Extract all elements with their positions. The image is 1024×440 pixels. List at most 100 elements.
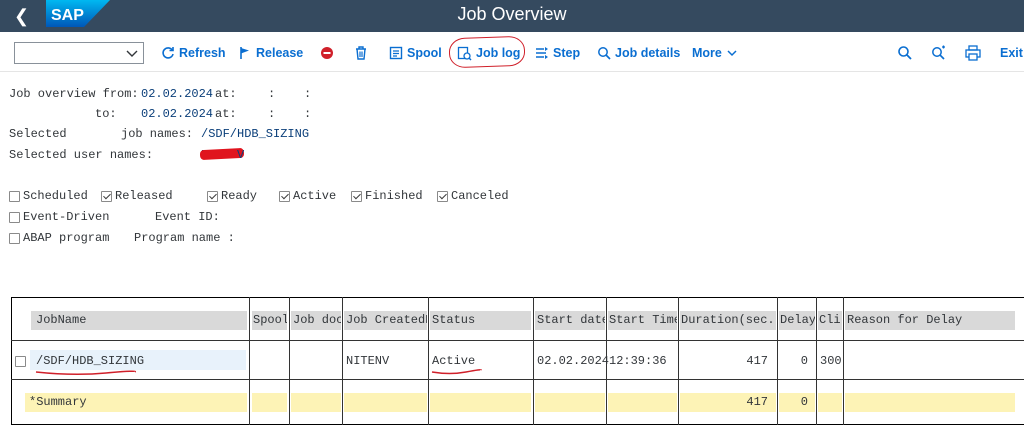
- shell-bar: ❮ SAP Job Overview: [0, 0, 1024, 32]
- flag-icon: [240, 47, 249, 59]
- search-icon[interactable]: [896, 44, 914, 62]
- job-details-label: Job details: [615, 46, 681, 60]
- header-reason[interactable]: Reason for Delay: [845, 311, 1015, 330]
- from-label: Job overview from:: [9, 87, 139, 101]
- step-button[interactable]: Step: [535, 41, 580, 65]
- user-names-value-end: V: [237, 148, 245, 162]
- cell-start-time: 12:39:36: [609, 354, 667, 368]
- exit-button[interactable]: Exit: [1000, 41, 1023, 65]
- job-log-label: Job log: [476, 46, 521, 60]
- header-start-date[interactable]: Start date: [535, 311, 605, 330]
- variant-dropdown[interactable]: [14, 42, 144, 64]
- active-label: Active: [293, 189, 337, 203]
- event-id-label: Event ID:: [155, 210, 220, 224]
- header-status[interactable]: Status: [430, 311, 531, 330]
- to-time-value[interactable]: : :: [268, 107, 311, 121]
- delete-icon[interactable]: [352, 44, 370, 62]
- canceled-checkbox[interactable]: [437, 191, 448, 202]
- job-details-icon: [598, 47, 611, 60]
- selected-label: Selected: [9, 127, 67, 141]
- summary-cell-empty: [291, 393, 341, 412]
- summary-cell-empty: [535, 393, 605, 412]
- header-delay[interactable]: Delay: [779, 311, 815, 330]
- abap-program-checkbox[interactable]: [9, 233, 20, 244]
- refresh-label: Refresh: [179, 46, 226, 60]
- header-spool[interactable]: Spool: [252, 311, 287, 330]
- cell-created-by: NITENV: [346, 354, 390, 368]
- column-divider: [342, 297, 343, 425]
- more-label: More: [692, 46, 722, 60]
- header-jobname[interactable]: JobName: [31, 311, 247, 330]
- stop-icon[interactable]: [318, 44, 336, 62]
- user-names-label: Selected user names:: [9, 148, 154, 162]
- canceled-label: Canceled: [451, 189, 509, 203]
- spool-icon: [389, 46, 403, 60]
- find-next-icon[interactable]: [930, 44, 948, 62]
- summary-label: *Summary: [25, 393, 247, 412]
- from-date-value[interactable]: 02.02.2024: [141, 87, 213, 101]
- exit-label: Exit: [1000, 46, 1023, 60]
- release-button[interactable]: Release: [238, 41, 303, 65]
- ready-checkbox[interactable]: [207, 191, 218, 202]
- abap-program-label: ABAP program: [23, 231, 110, 245]
- step-label: Step: [553, 46, 581, 60]
- event-driven-checkbox[interactable]: [9, 212, 20, 223]
- released-checkbox[interactable]: [101, 191, 112, 202]
- header-created-by[interactable]: Job CreatedB: [344, 311, 427, 330]
- event-driven-label: Event-Driven: [23, 210, 110, 224]
- summary-delay: 0: [779, 393, 815, 412]
- job-log-button[interactable]: Job log: [457, 41, 520, 65]
- page-title: Job Overview: [457, 4, 567, 24]
- job-details-button[interactable]: Job details: [597, 41, 680, 65]
- summary-duration: 417: [680, 393, 776, 412]
- summary-cell-empty: [845, 393, 1015, 412]
- sap-logo-text: SAP: [51, 7, 84, 24]
- print-icon[interactable]: [964, 44, 982, 62]
- summary-cell-empty: [430, 393, 531, 412]
- more-button[interactable]: More: [692, 41, 738, 65]
- row-select-checkbox[interactable]: [15, 356, 26, 367]
- step-icon: [536, 47, 548, 59]
- chevron-down-icon: [727, 50, 737, 57]
- refresh-icon: [162, 47, 174, 59]
- column-divider: [533, 297, 534, 425]
- toolbar: Refresh Release Spool Job log Step Job d…: [0, 32, 1024, 72]
- job-names-label: job names:: [121, 127, 194, 141]
- column-divider: [249, 297, 250, 425]
- sap-logo: SAP: [46, 0, 110, 27]
- header-duration[interactable]: Duration(sec.): [680, 311, 776, 330]
- from-time-value[interactable]: : :: [268, 87, 311, 101]
- refresh-button[interactable]: Refresh: [161, 41, 226, 65]
- cell-client: 300: [820, 354, 842, 368]
- scheduled-checkbox[interactable]: [9, 191, 20, 202]
- column-divider: [816, 297, 817, 425]
- from-at-label: at:: [215, 87, 237, 101]
- column-divider: [678, 297, 679, 425]
- scheduled-label: Scheduled: [23, 189, 88, 203]
- cell-jobname[interactable]: /SDF/HDB_SIZING: [36, 354, 144, 368]
- to-at-label: at:: [215, 107, 237, 121]
- job-log-icon: [457, 46, 472, 61]
- finished-checkbox[interactable]: [351, 191, 362, 202]
- cell-start-date: 02.02.2024: [537, 354, 610, 368]
- column-divider: [843, 297, 844, 425]
- summary-cell-empty: [608, 393, 677, 412]
- spool-label: Spool: [407, 46, 442, 60]
- cell-delay: 0: [800, 354, 808, 368]
- active-checkbox[interactable]: [279, 191, 290, 202]
- row-divider: [11, 379, 1024, 380]
- chevron-down-icon: [126, 50, 138, 57]
- header-client[interactable]: Cli: [818, 311, 842, 330]
- to-date-value[interactable]: 02.02.2024: [141, 107, 213, 121]
- back-icon[interactable]: ❮: [14, 6, 34, 26]
- column-divider: [777, 297, 778, 425]
- ready-label: Ready: [221, 189, 258, 203]
- job-names-value[interactable]: /SDF/HDB_SIZING: [201, 127, 309, 141]
- column-divider: [289, 297, 290, 425]
- header-job-doc[interactable]: Job doc: [291, 311, 341, 330]
- program-name-label: Program name :: [134, 231, 235, 245]
- header-start-time[interactable]: Start Time: [608, 311, 677, 330]
- released-label: Released: [115, 189, 173, 203]
- to-label: to:: [95, 107, 117, 121]
- spool-button[interactable]: Spool: [389, 41, 442, 65]
